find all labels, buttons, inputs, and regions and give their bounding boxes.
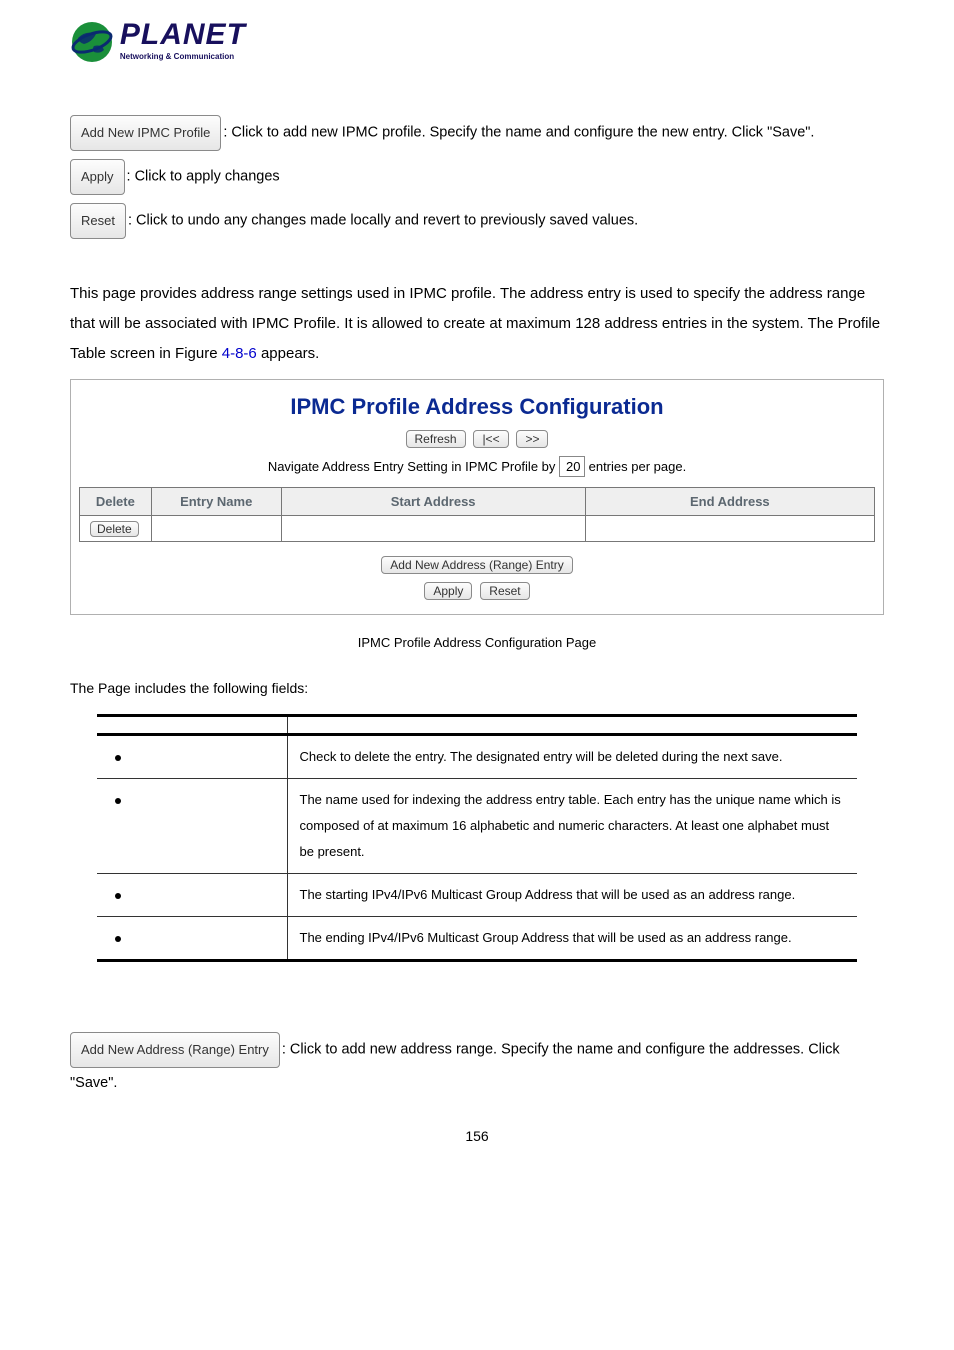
table-row: The name used for indexing the address e… [97, 779, 857, 874]
first-page-button[interactable]: |<< [473, 430, 508, 448]
table-header-row: Delete Entry Name Start Address End Addr… [80, 488, 875, 516]
add-range-desc-tail: ". [108, 1075, 117, 1091]
add-new-address-range-entry-button[interactable]: Add New Address (Range) Entry [381, 556, 572, 574]
fields-header-description [287, 716, 857, 735]
col-end-address: End Address [585, 488, 874, 516]
col-start-address: Start Address [281, 488, 585, 516]
field-desc: The starting IPv4/IPv6 Multicast Group A… [287, 874, 857, 917]
field-desc: The ending IPv4/IPv6 Multicast Group Add… [287, 917, 857, 961]
bullet-icon [115, 893, 121, 899]
figure-caption: IPMC Profile Address Configuration Page [70, 635, 884, 650]
table-row: Delete [80, 516, 875, 542]
table-row: The ending IPv4/IPv6 Multicast Group Add… [97, 917, 857, 961]
table-row: The starting IPv4/IPv6 Multicast Group A… [97, 874, 857, 917]
panel-apply-button[interactable]: Apply [424, 582, 472, 600]
table-row: Check to delete the entry. The designate… [97, 735, 857, 779]
cell-end-address[interactable] [585, 516, 874, 542]
address-entry-table: Delete Entry Name Start Address End Addr… [79, 487, 875, 542]
col-delete: Delete [80, 488, 152, 516]
logo-tagline: Networking & Communication [120, 52, 246, 61]
delete-row-button[interactable]: Delete [90, 521, 139, 537]
apply-button[interactable]: Apply [70, 159, 125, 195]
field-desc: Check to delete the entry. The designate… [287, 735, 857, 779]
bullet-icon [115, 755, 121, 761]
reset-button[interactable]: Reset [70, 203, 126, 239]
refresh-button[interactable]: Refresh [406, 430, 466, 448]
entries-per-page-input[interactable]: 20 [559, 456, 585, 477]
bullet-icon [115, 936, 121, 942]
cell-entry-name[interactable] [151, 516, 281, 542]
ipmc-config-panel: IPMC Profile Address Configuration Refre… [70, 379, 884, 615]
fields-intro: The Page includes the following fields: [70, 680, 884, 696]
col-entry-name: Entry Name [151, 488, 281, 516]
fields-description-table: Check to delete the entry. The designate… [97, 714, 857, 962]
apply-desc: : Click to apply changes [127, 169, 280, 185]
logo: PLANET Networking & Communication [70, 20, 270, 75]
cell-start-address[interactable] [281, 516, 585, 542]
field-desc: The name used for indexing the address e… [287, 779, 857, 874]
planet-globe-icon [70, 20, 114, 67]
add-new-ipmc-profile-button[interactable]: Add New IPMC Profile [70, 115, 221, 151]
intro-paragraph: This page provides address range setting… [70, 279, 884, 369]
bullet-icon [115, 798, 121, 804]
add-profile-desc: : Click to add new IPMC profile. Specify… [223, 125, 814, 141]
logo-text: PLANET [120, 20, 246, 50]
next-page-button[interactable]: >> [516, 430, 548, 448]
reset-desc: : Click to undo any changes made locally… [128, 213, 638, 229]
figure-ref: 4-8-6 [222, 345, 257, 362]
panel-title: IPMC Profile Address Configuration [79, 394, 875, 420]
fields-header-object [97, 716, 287, 735]
add-new-address-range-entry-footer-button[interactable]: Add New Address (Range) Entry [70, 1032, 280, 1068]
page-number: 156 [70, 1128, 884, 1144]
nav-line: Navigate Address Entry Setting in IPMC P… [79, 456, 875, 477]
panel-reset-button[interactable]: Reset [480, 582, 529, 600]
